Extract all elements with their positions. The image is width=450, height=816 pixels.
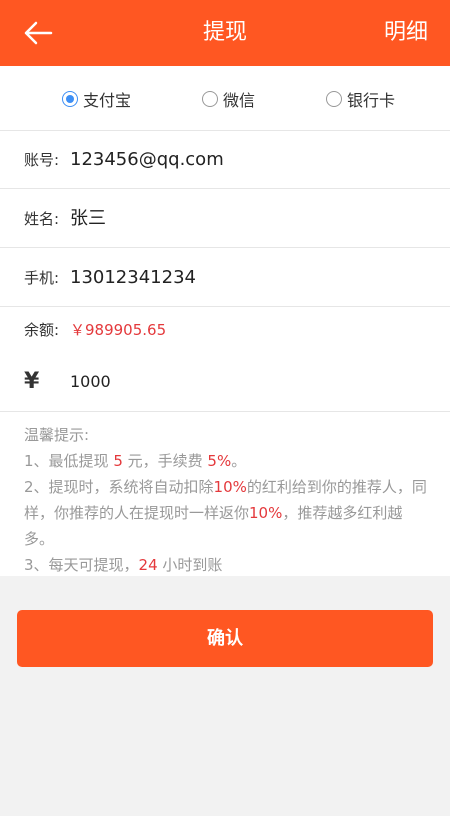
payment-method-selector: 支付宝 微信 银行卡	[0, 66, 450, 131]
radio-unchecked-icon	[326, 91, 342, 107]
name-label: 姓名:	[24, 210, 60, 228]
radio-wechat[interactable]: 微信	[202, 86, 255, 112]
amount-input[interactable]: 1000	[70, 352, 410, 412]
withdraw-form-panel: 支付宝 微信 银行卡 账号: 123456@qq.com 姓名: 张三 手机: …	[0, 66, 450, 576]
tips-line-3: 3、每天可提现，24 小时到账	[24, 556, 223, 574]
tips-title: 温馨提示:	[24, 426, 90, 444]
confirm-button[interactable]: 确认	[17, 610, 433, 667]
phone-row: 手机: 13012341234	[0, 249, 450, 307]
page-title: 提现	[202, 20, 247, 45]
tips-line-2: 2、提现时，系统将自动扣除10%的红利给到你的推荐人，同样，你推荐的人在提现时一…	[24, 478, 427, 548]
phone-label: 手机:	[24, 269, 60, 287]
radio-unchecked-icon	[202, 91, 218, 107]
tips-line-1: 1、最低提现 5 元，手续费 5%。	[24, 452, 247, 470]
radio-wechat-label: 微信	[223, 91, 256, 110]
radio-alipay[interactable]: 支付宝	[62, 86, 131, 112]
balance-value: ￥989905.65	[70, 321, 167, 339]
app-header: 提现 明细	[0, 0, 450, 66]
yen-icon: ¥	[24, 369, 40, 394]
account-field[interactable]: 123456@qq.com	[70, 131, 410, 189]
balance-row: 余额: ￥989905.65	[0, 308, 450, 352]
radio-checked-icon	[62, 91, 78, 107]
account-label: 账号:	[24, 151, 60, 169]
name-field[interactable]: 张三	[70, 190, 410, 248]
name-row: 姓名: 张三	[0, 190, 450, 248]
radio-alipay-label: 支付宝	[83, 91, 132, 110]
amount-row: ¥ 1000	[0, 352, 450, 412]
detail-link[interactable]: 明细	[384, 0, 428, 66]
phone-field[interactable]: 13012341234	[70, 249, 410, 307]
account-row: 账号: 123456@qq.com	[0, 131, 450, 189]
radio-bank-card[interactable]: 银行卡	[326, 86, 395, 112]
withdraw-tips: 温馨提示: 1、最低提现 5 元，手续费 5%。 2、提现时，系统将自动扣除10…	[24, 422, 428, 578]
radio-bank-card-label: 银行卡	[347, 91, 396, 110]
balance-label: 余额:	[24, 321, 60, 339]
